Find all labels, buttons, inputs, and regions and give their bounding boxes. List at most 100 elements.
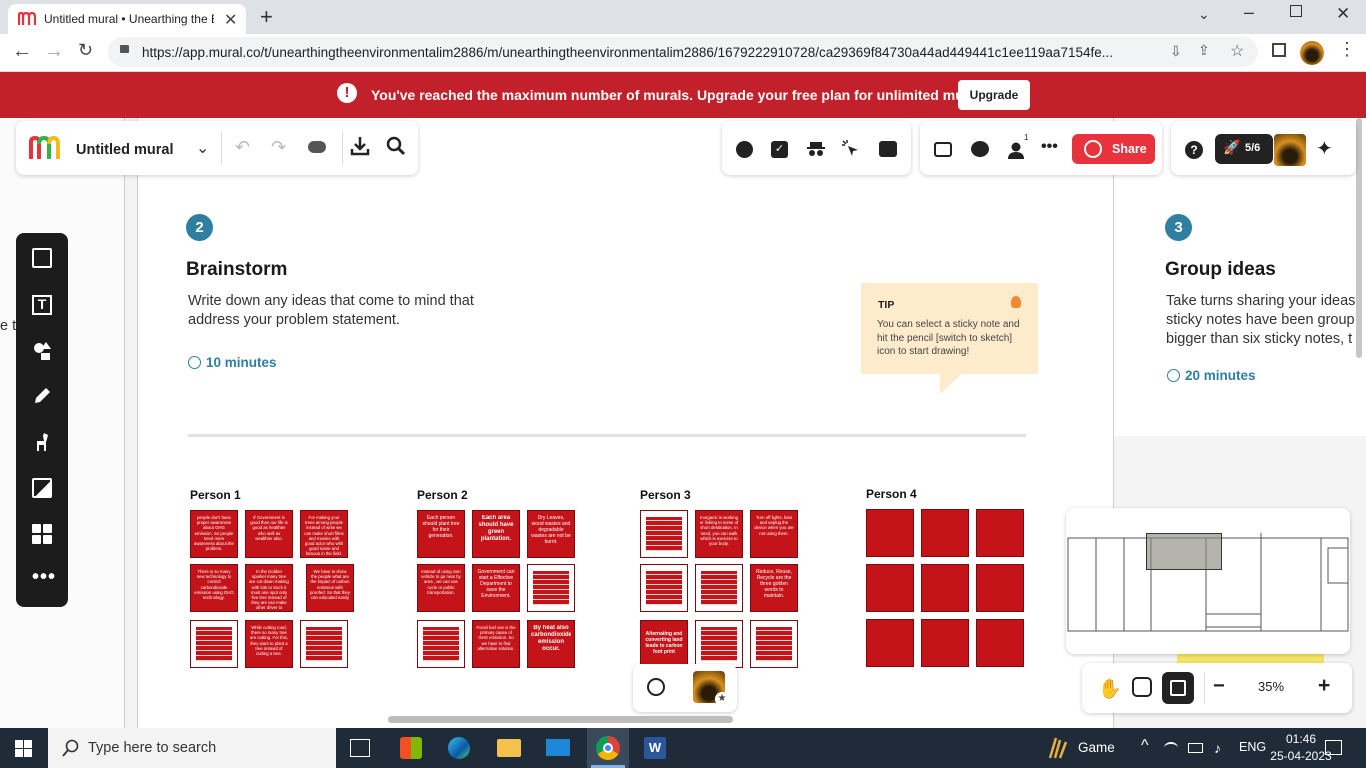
rocket-button[interactable]: 🚀 5/6: [1215, 134, 1273, 164]
windows-start-icon[interactable]: [15, 740, 32, 757]
sticky-note[interactable]: Government can start a Effective Departm…: [472, 564, 520, 612]
browser-tab[interactable]: Untitled mural • Unearthing the E ✕: [8, 4, 246, 34]
sparkle-icon[interactable]: ✦: [1316, 136, 1333, 161]
sticky-note[interactable]: Inorganic is working or linking to some …: [695, 510, 743, 558]
private-mode-icon[interactable]: [807, 142, 825, 156]
battery-icon[interactable]: [1188, 743, 1203, 753]
file-explorer-icon[interactable]: [497, 739, 521, 757]
hand-pan-icon[interactable]: ✋: [1098, 677, 1122, 701]
comments-icon[interactable]: [971, 141, 989, 157]
sticky-note[interactable]: [190, 620, 238, 668]
sticky-note[interactable]: [640, 564, 688, 612]
sticky-note[interactable]: For making your trees among people inste…: [300, 510, 348, 558]
sticky-note[interactable]: In the Golden sparkel many tree are cut …: [245, 564, 293, 612]
browser-menu-icon[interactable]: ⋮: [1338, 40, 1356, 58]
minimap[interactable]: [1066, 508, 1350, 654]
minimap-toggle-button[interactable]: [1162, 672, 1194, 704]
sticky-note[interactable]: While cutting road, there so many tree a…: [245, 620, 293, 668]
clock-time[interactable]: 01:46: [1278, 732, 1324, 746]
sticky-note[interactable]: Instead of using own vehicle to go near …: [417, 564, 465, 612]
chevron-up-icon[interactable]: ^: [1141, 737, 1149, 755]
volume-icon[interactable]: ♪: [1214, 740, 1221, 756]
emoji-icon[interactable]: [647, 678, 665, 696]
store-icon[interactable]: [400, 737, 422, 759]
sticky-note[interactable]: [921, 509, 969, 557]
sticky-note[interactable]: [750, 620, 798, 668]
url-field[interactable]: https://app.mural.co/t/unearthingtheenvi…: [108, 37, 1258, 67]
help-icon[interactable]: ?: [1185, 141, 1203, 159]
more-icon[interactable]: •••: [1041, 138, 1058, 156]
text-icon[interactable]: T: [32, 295, 52, 315]
shapes-icon[interactable]: [32, 341, 52, 361]
sticky-note[interactable]: [527, 564, 575, 612]
close-window-icon[interactable]: ✕: [1336, 4, 1350, 24]
share-page-icon[interactable]: ⇪: [1198, 42, 1210, 59]
sticky-note[interactable]: people don't have proper awareness about…: [190, 510, 238, 558]
laser-pointer-icon[interactable]: [842, 140, 860, 158]
sticky-note[interactable]: Alternating and converting land leads to…: [640, 620, 688, 668]
tip-box[interactable]: TIP You can select a sticky note and hit…: [861, 283, 1038, 374]
taskbar-chrome-active[interactable]: [587, 728, 629, 768]
avatar[interactable]: [1274, 134, 1306, 166]
reload-icon[interactable]: ↻: [78, 40, 93, 61]
sticky-note[interactable]: [866, 564, 914, 612]
llama-icon[interactable]: [32, 432, 52, 452]
redo-icon[interactable]: ↷: [271, 137, 286, 158]
templates-icon[interactable]: [32, 524, 52, 544]
zoom-out-icon[interactable]: −: [1213, 675, 1225, 698]
profile-avatar[interactable]: [1300, 41, 1324, 65]
pencil-icon[interactable]: [32, 386, 52, 406]
taskbar-search[interactable]: Type here to search: [48, 728, 336, 768]
close-tab-icon[interactable]: ✕: [224, 10, 237, 30]
sticky-note[interactable]: [417, 620, 465, 668]
wifi-icon[interactable]: [1164, 742, 1178, 754]
forward-icon[interactable]: →: [44, 40, 64, 63]
touch-mode-icon[interactable]: [1132, 677, 1152, 697]
mural-logo-icon[interactable]: [28, 135, 60, 160]
bookmark-star-icon[interactable]: ☆: [1230, 41, 1244, 61]
chevron-down-icon[interactable]: ⌄: [196, 138, 209, 158]
scrollbar-vertical[interactable]: [1356, 118, 1366, 728]
sticky-note[interactable]: [866, 509, 914, 557]
collaborators-icon[interactable]: [1007, 141, 1025, 159]
sticky-note[interactable]: [976, 509, 1024, 557]
sticky-note[interactable]: [921, 564, 969, 612]
sticky-note[interactable]: [921, 619, 969, 667]
timer-icon[interactable]: [736, 141, 753, 158]
sticky-note[interactable]: There is so many new technology to contr…: [190, 564, 238, 612]
sticky-note[interactable]: Turn off lights, fans and unplug the dev…: [750, 510, 798, 558]
game-widget-icon[interactable]: [1046, 736, 1070, 760]
minimap-viewport[interactable]: [1146, 533, 1222, 570]
outline-icon[interactable]: [934, 142, 952, 157]
clock-date[interactable]: 25-04-2023: [1270, 749, 1332, 763]
new-tab-icon[interactable]: +: [260, 4, 273, 30]
sticky-note[interactable]: Dry Leaves, wood wastes and degradable w…: [527, 510, 575, 558]
zoom-in-icon[interactable]: +: [1318, 674, 1330, 698]
sticky-note[interactable]: [300, 620, 348, 668]
timer-label[interactable]: 10 minutes: [206, 355, 277, 370]
sticky-note-icon[interactable]: [32, 248, 52, 268]
toolbox-icon[interactable]: [879, 141, 897, 157]
more-icon[interactable]: •••: [32, 566, 56, 589]
sticky-note[interactable]: Each person should plant tree for their …: [417, 510, 465, 558]
word-icon[interactable]: W: [644, 737, 666, 759]
tab-search-icon[interactable]: ⌄: [1198, 6, 1210, 23]
sticky-note[interactable]: Fossil fuel use is the primary cause of …: [472, 620, 520, 668]
install-icon[interactable]: ⇩: [1170, 43, 1182, 60]
edge-icon[interactable]: [448, 737, 470, 759]
timer-label[interactable]: 20 minutes: [1185, 368, 1256, 383]
vote-icon[interactable]: ✓: [771, 141, 788, 158]
mail-icon[interactable]: [546, 739, 570, 756]
scrollbar-horizontal[interactable]: [388, 716, 733, 723]
mural-title[interactable]: Untitled mural: [76, 142, 173, 158]
zoom-level[interactable]: 35%: [1258, 679, 1284, 694]
task-view-icon[interactable]: [350, 739, 370, 757]
search-icon[interactable]: [386, 136, 406, 156]
sticky-note[interactable]: [695, 620, 743, 668]
sticky-note[interactable]: [640, 510, 688, 558]
mural-canvas[interactable]: e th 2 Brainstorm Write down any ideas t…: [0, 118, 1366, 728]
share-button[interactable]: Share: [1072, 134, 1155, 164]
sticky-note[interactable]: By heat also carbondioxide emission occu…: [527, 620, 575, 668]
upgrade-button[interactable]: Upgrade: [958, 80, 1030, 110]
sticky-note[interactable]: If Government is good then our life is g…: [245, 510, 293, 558]
